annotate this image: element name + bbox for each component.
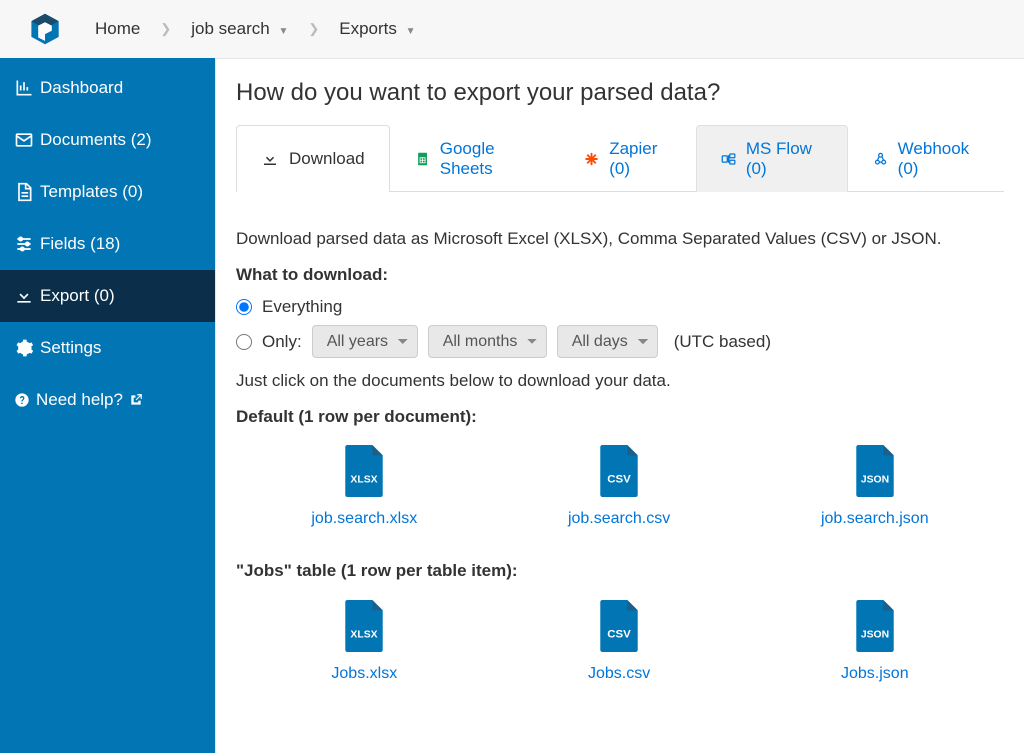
jobs-downloads-row: XLSX Jobs.xlsx CSV Jobs.csv JSON Jobs.js… xyxy=(236,600,1004,683)
zapier-icon xyxy=(584,150,599,168)
sidebar-item-dashboard[interactable]: Dashboard xyxy=(0,62,215,114)
sidebar-item-label: Dashboard xyxy=(40,78,123,98)
svg-text:CSV: CSV xyxy=(607,628,631,640)
file-label: Jobs.json xyxy=(841,665,909,683)
radio-everything[interactable] xyxy=(236,299,252,315)
radio-label: Only: xyxy=(262,332,302,352)
sidebar-item-label: Need help? xyxy=(36,390,123,410)
file-label: job.search.json xyxy=(821,510,929,528)
download-jobs-json[interactable]: JSON Jobs.json xyxy=(841,600,909,683)
download-panel: Download parsed data as Microsoft Excel … xyxy=(236,192,1004,683)
csv-file-icon: CSV xyxy=(597,445,641,497)
download-default-xlsx[interactable]: XLSX job.search.xlsx xyxy=(311,445,417,528)
tab-ms-flow[interactable]: MS Flow (0) xyxy=(696,125,848,192)
intro-text: Download parsed data as Microsoft Excel … xyxy=(236,226,1004,252)
radio-only-row: Only: All years All months All days (UTC… xyxy=(236,325,1004,358)
tab-download[interactable]: Download xyxy=(236,125,390,192)
caret-down-icon: ▼ xyxy=(406,26,416,37)
question-icon xyxy=(14,392,30,408)
download-jobs-xlsx[interactable]: XLSX Jobs.xlsx xyxy=(331,600,397,683)
tab-label: MS Flow (0) xyxy=(746,139,823,179)
svg-text:JSON: JSON xyxy=(861,629,889,640)
gear-icon xyxy=(14,338,34,358)
app-logo-icon xyxy=(28,12,62,46)
svg-text:CSV: CSV xyxy=(607,473,631,485)
download-default-json[interactable]: JSON job.search.json xyxy=(821,445,929,528)
sidebar-item-label: Settings xyxy=(40,338,101,358)
sidebar-item-label: Fields (18) xyxy=(40,234,120,254)
tab-zapier[interactable]: Zapier (0) xyxy=(559,125,696,192)
google-sheets-icon xyxy=(415,150,430,168)
breadcrumb-home[interactable]: Home xyxy=(85,13,150,45)
tab-label: Webhook (0) xyxy=(898,139,979,179)
tab-label: Google Sheets xyxy=(440,139,534,179)
select-years[interactable]: All years xyxy=(312,325,418,358)
sidebar-item-documents[interactable]: Documents (2) xyxy=(0,114,215,166)
default-downloads-row: XLSX job.search.xlsx CSV job.search.csv … xyxy=(236,445,1004,528)
page-title: How do you want to export your parsed da… xyxy=(236,79,1004,107)
radio-label: Everything xyxy=(262,297,342,317)
sidebar-item-label: Documents (2) xyxy=(40,130,151,150)
topbar: Home ❯ job search ▼ ❯ Exports ▼ xyxy=(0,0,1024,58)
ms-flow-icon xyxy=(721,150,736,168)
json-file-icon: JSON xyxy=(853,445,897,497)
breadcrumb-exports[interactable]: Exports ▼ xyxy=(329,13,425,45)
svg-text:XLSX: XLSX xyxy=(351,629,378,640)
svg-text:JSON: JSON xyxy=(861,474,889,485)
file-label: job.search.csv xyxy=(568,510,670,528)
export-tabs: Download Google Sheets Zapier (0) MS Flo… xyxy=(236,125,1004,192)
breadcrumb-label: Exports xyxy=(339,19,397,38)
select-days[interactable]: All days xyxy=(557,325,658,358)
json-file-icon: JSON xyxy=(853,600,897,652)
logo[interactable] xyxy=(15,12,75,46)
sidebar-item-templates[interactable]: Templates (0) xyxy=(0,166,215,218)
default-heading: Default (1 row per document): xyxy=(236,404,1004,430)
envelope-icon xyxy=(14,130,34,150)
file-label: Jobs.csv xyxy=(588,665,650,683)
tab-webhook[interactable]: Webhook (0) xyxy=(848,125,1004,192)
jobs-heading: "Jobs" table (1 row per table item): xyxy=(236,558,1004,584)
sidebar-item-export[interactable]: Export (0) xyxy=(0,270,215,322)
radio-everything-row: Everything xyxy=(236,297,1004,317)
csv-file-icon: CSV xyxy=(597,600,641,652)
what-to-download-heading: What to download: xyxy=(236,262,1004,288)
external-link-icon xyxy=(129,393,143,407)
download-default-csv[interactable]: CSV job.search.csv xyxy=(568,445,670,528)
webhook-icon xyxy=(873,150,888,168)
breadcrumb-label: job search xyxy=(191,19,269,38)
download-jobs-csv[interactable]: CSV Jobs.csv xyxy=(588,600,650,683)
tab-google-sheets[interactable]: Google Sheets xyxy=(390,125,560,192)
xlsx-file-icon: XLSX xyxy=(342,445,386,497)
tab-label: Download xyxy=(289,149,365,169)
file-label: job.search.xlsx xyxy=(311,510,417,528)
file-icon xyxy=(14,182,34,202)
sidebar-item-settings[interactable]: Settings xyxy=(0,322,215,374)
sidebar-item-label: Templates (0) xyxy=(40,182,143,202)
chevron-right-icon: ❯ xyxy=(154,21,177,37)
sidebar-item-fields[interactable]: Fields (18) xyxy=(0,218,215,270)
main-content: How do you want to export your parsed da… xyxy=(215,58,1024,753)
tab-label: Zapier (0) xyxy=(609,139,671,179)
chevron-right-icon: ❯ xyxy=(302,21,325,37)
download-icon xyxy=(14,286,34,306)
click-hint: Just click on the documents below to dow… xyxy=(236,368,1004,394)
breadcrumb: Home ❯ job search ▼ ❯ Exports ▼ xyxy=(85,13,426,45)
download-icon xyxy=(261,150,279,168)
xlsx-file-icon: XLSX xyxy=(342,600,386,652)
breadcrumb-job-search[interactable]: job search ▼ xyxy=(181,13,298,45)
sliders-icon xyxy=(14,234,34,254)
chart-bar-icon xyxy=(14,78,34,98)
utc-label: (UTC based) xyxy=(674,332,771,352)
select-months[interactable]: All months xyxy=(428,325,547,358)
sidebar: Dashboard Documents (2) Templates (0) Fi… xyxy=(0,58,215,753)
sidebar-item-label: Export (0) xyxy=(40,286,115,306)
svg-text:XLSX: XLSX xyxy=(351,474,378,485)
sidebar-item-help[interactable]: Need help? xyxy=(0,374,215,426)
file-label: Jobs.xlsx xyxy=(331,665,397,683)
radio-only[interactable] xyxy=(236,334,252,350)
caret-down-icon: ▼ xyxy=(278,26,288,37)
